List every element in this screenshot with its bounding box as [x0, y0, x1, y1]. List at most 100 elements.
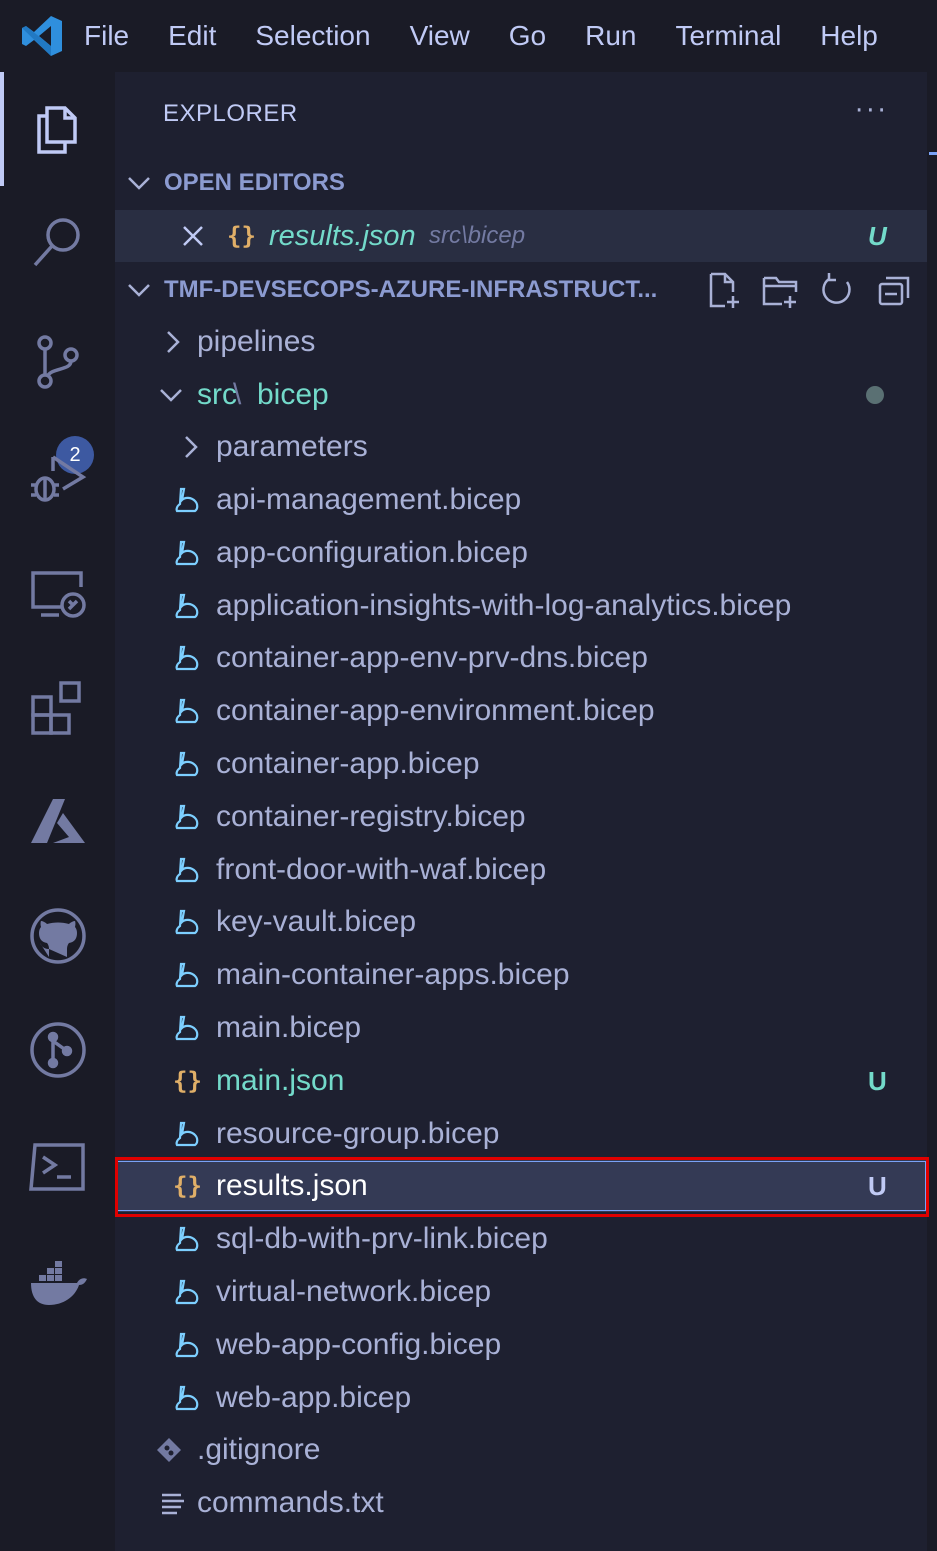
refresh-icon[interactable] — [817, 270, 857, 310]
run-debug-icon[interactable] — [0, 436, 115, 516]
close-icon[interactable] — [179, 222, 207, 250]
bicep-file-icon — [175, 540, 199, 566]
file-row[interactable]: application-insights-with-log-analytics.… — [115, 580, 927, 632]
file-label: sql-db-with-prv-link.bicep — [216, 1222, 548, 1255]
file-label: resource-group.bicep — [216, 1117, 500, 1150]
menu-selection[interactable]: Selection — [255, 20, 370, 52]
git-graph-icon[interactable] — [0, 1008, 115, 1092]
bicep-file-icon — [175, 1015, 199, 1041]
file-row[interactable]: virtual-network.bicep — [115, 1266, 927, 1318]
vscode-logo-icon — [22, 16, 62, 56]
file-row[interactable]: {} main.json U — [115, 1055, 927, 1107]
file-label: container-registry.bicep — [216, 800, 526, 833]
file-row[interactable]: container-app-environment.bicep — [115, 685, 927, 737]
file-commands-txt[interactable]: commands.txt — [115, 1477, 927, 1529]
file-gitignore[interactable]: .gitignore — [115, 1424, 927, 1476]
menu-view[interactable]: View — [410, 20, 470, 52]
text-file-icon — [162, 1493, 184, 1515]
file-row[interactable]: web-app-config.bicep — [115, 1319, 927, 1371]
bicep-file-icon — [175, 751, 199, 777]
bicep-file-icon — [175, 962, 199, 988]
activity-bar: 2 — [0, 72, 115, 1551]
extensions-icon[interactable] — [0, 666, 115, 746]
source-control-icon[interactable] — [0, 322, 115, 402]
bicep-file-icon — [175, 645, 199, 671]
folder-src-bicep[interactable]: src \ bicep — [115, 369, 927, 421]
open-editor-results-json[interactable]: {} results.json src\bicep U — [115, 210, 927, 262]
file-label: key-vault.bicep — [216, 905, 417, 938]
workspace-actions — [703, 270, 931, 310]
menu-run[interactable]: Run — [585, 20, 636, 52]
collapse-all-icon[interactable] — [874, 270, 914, 310]
folder-label-bicep: bicep — [257, 378, 329, 411]
github-icon[interactable] — [0, 894, 115, 978]
new-file-icon[interactable] — [703, 270, 743, 310]
bicep-file-icon — [175, 1226, 199, 1252]
file-row[interactable]: main-container-apps.bicep — [115, 949, 927, 1001]
menu-help[interactable]: Help — [820, 20, 878, 52]
untracked-status: U — [868, 1065, 887, 1096]
editor-tab-accent — [929, 152, 937, 155]
more-actions-icon[interactable]: ··· — [855, 96, 889, 126]
file-row[interactable]: sql-db-with-prv-link.bicep — [115, 1213, 927, 1265]
explorer-title: EXPLORER — [163, 100, 298, 127]
file-row[interactable]: resource-group.bicep — [115, 1108, 927, 1160]
file-label: front-door-with-waf.bicep — [216, 853, 547, 886]
file-label: main-container-apps.bicep — [216, 958, 570, 991]
new-folder-icon[interactable] — [760, 270, 800, 310]
bicep-file-icon — [175, 857, 199, 883]
azure-icon[interactable] — [0, 782, 115, 862]
chevron-down-icon — [128, 177, 150, 190]
menu-bar: File Edit Selection View Go Run Terminal… — [0, 0, 937, 73]
bicep-file-icon — [175, 1279, 199, 1305]
file-label: container-app-environment.bicep — [216, 694, 655, 727]
file-row[interactable]: app-configuration.bicep — [115, 527, 927, 579]
bicep-file-icon — [175, 804, 199, 830]
folder-label: pipelines — [197, 325, 316, 358]
remote-explorer-icon[interactable] — [0, 552, 115, 632]
open-editor-path: src\bicep — [429, 222, 526, 249]
file-label: web-app-config.bicep — [216, 1328, 502, 1361]
bicep-file-icon — [175, 1385, 199, 1411]
search-icon[interactable] — [0, 202, 115, 282]
file-label: commands.txt — [197, 1486, 384, 1519]
file-row[interactable]: container-app-env-prv-dns.bicep — [115, 632, 927, 684]
file-row[interactable]: api-management.bicep — [115, 474, 927, 526]
highlight-annotation — [115, 1157, 929, 1217]
terminal-icon[interactable] — [0, 1124, 115, 1208]
bicep-file-icon — [175, 909, 199, 935]
json-file-icon: {} — [173, 1067, 202, 1095]
open-editors-label: OPEN EDITORS — [164, 169, 345, 196]
file-row[interactable]: container-app.bicep — [115, 738, 927, 790]
file-label: virtual-network.bicep — [216, 1275, 492, 1308]
file-row[interactable]: container-registry.bicep — [115, 791, 927, 843]
folder-pipelines[interactable]: pipelines — [115, 316, 927, 368]
workspace-header[interactable]: TMF-DEVSECOPS-AZURE-INFRASTRUCT... — [115, 265, 927, 315]
file-row[interactable]: key-vault.bicep — [115, 896, 927, 948]
bicep-file-icon — [175, 698, 199, 724]
file-label: main.json — [216, 1064, 345, 1097]
bicep-file-icon — [175, 487, 199, 513]
file-label: main.bicep — [216, 1011, 362, 1044]
untracked-status: U — [868, 220, 887, 251]
file-row[interactable]: front-door-with-waf.bicep — [115, 844, 927, 896]
menu-edit[interactable]: Edit — [168, 20, 216, 52]
folder-label-src: src — [197, 378, 237, 411]
explorer-icon[interactable] — [0, 72, 115, 186]
path-separator: \ — [233, 378, 242, 411]
menu-go[interactable]: Go — [509, 20, 546, 52]
file-row[interactable]: web-app.bicep — [115, 1372, 927, 1424]
chevron-right-icon — [167, 331, 180, 353]
folder-parameters[interactable]: parameters — [115, 421, 927, 473]
open-editors-header[interactable]: OPEN EDITORS — [115, 158, 927, 208]
chevron-down-icon — [128, 284, 150, 297]
file-label: app-configuration.bicep — [216, 536, 528, 569]
docker-icon[interactable] — [0, 1242, 115, 1326]
menu-terminal[interactable]: Terminal — [675, 20, 781, 52]
menu-file[interactable]: File — [84, 20, 129, 52]
modified-dot — [866, 386, 884, 404]
git-file-icon — [157, 1438, 181, 1462]
file-label: web-app.bicep — [216, 1381, 412, 1414]
bicep-file-icon — [175, 593, 199, 619]
file-row[interactable]: main.bicep — [115, 1002, 927, 1054]
